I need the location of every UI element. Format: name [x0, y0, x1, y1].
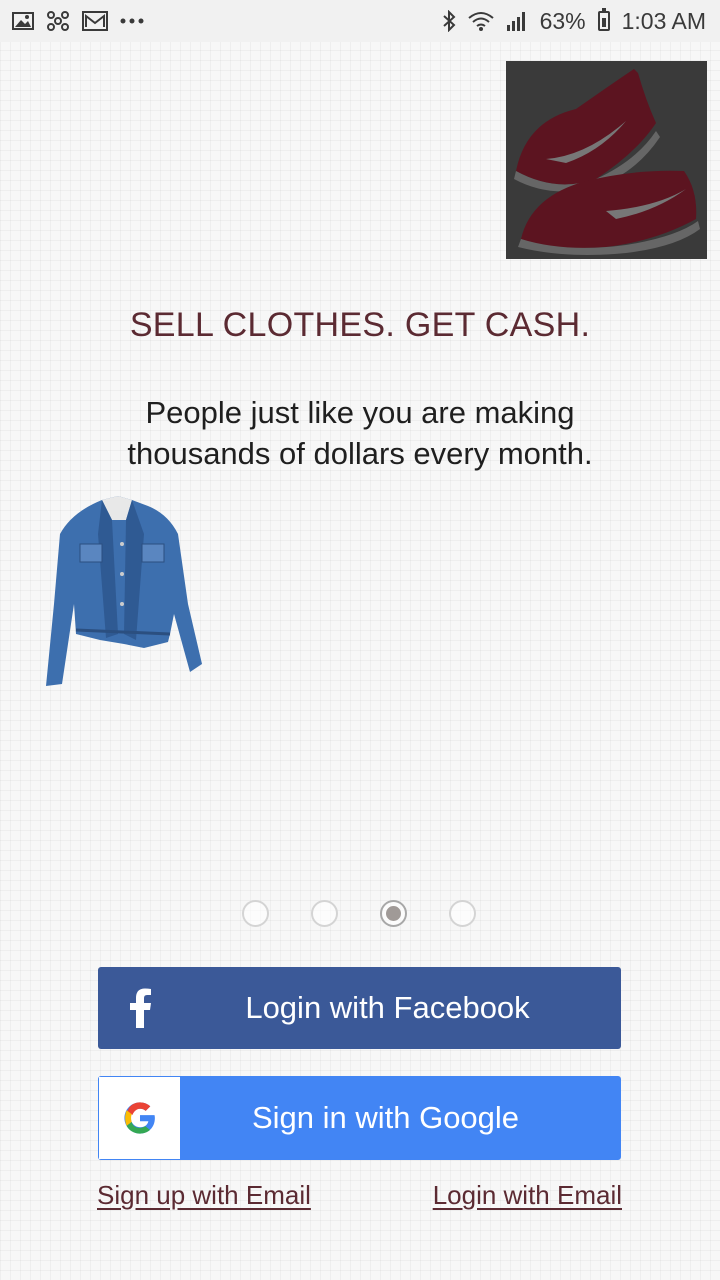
pager-dot-1[interactable] — [242, 900, 269, 927]
login-facebook-button[interactable]: Login with Facebook — [98, 967, 621, 1049]
facebook-icon — [98, 967, 184, 1049]
google-button-label: Sign in with Google — [251, 1100, 520, 1135]
subhead-line-2: thousands of dollars every month. — [127, 436, 593, 471]
status-left — [12, 10, 144, 32]
onboarding-pager — [242, 900, 482, 928]
more-dots-icon — [120, 17, 144, 25]
pager-dot-2[interactable] — [311, 900, 338, 927]
status-right: 63% 1:03 AM — [442, 8, 706, 35]
sneaker-image — [506, 61, 707, 259]
signin-google-button[interactable]: Sign in with Google — [98, 1076, 621, 1160]
signal-icon — [506, 11, 528, 31]
denim-jacket-image — [40, 494, 210, 692]
fan-icon — [46, 10, 70, 32]
gallery-icon — [12, 11, 34, 31]
battery-percent: 63% — [539, 7, 586, 34]
headline: SELL CLOTHES. GET CASH. — [129, 306, 591, 344]
status-bar: 63% 1:03 AM — [0, 0, 720, 42]
login-email-link[interactable]: Login with Email — [433, 1180, 622, 1211]
subhead-line-1: People just like you are making — [145, 395, 575, 430]
pager-dot-3-active[interactable] — [380, 900, 407, 927]
signup-email-link[interactable]: Sign up with Email — [97, 1180, 311, 1211]
wifi-icon — [467, 11, 494, 31]
facebook-button-label: Login with Facebook — [245, 990, 530, 1025]
bluetooth-icon — [442, 10, 456, 32]
pager-dot-4[interactable] — [449, 900, 476, 927]
clock: 1:03 AM — [621, 7, 706, 34]
google-icon — [99, 1077, 181, 1159]
battery-icon — [597, 8, 610, 31]
mail-icon — [82, 11, 108, 31]
subhead: People just like you are making thousand… — [60, 392, 660, 474]
